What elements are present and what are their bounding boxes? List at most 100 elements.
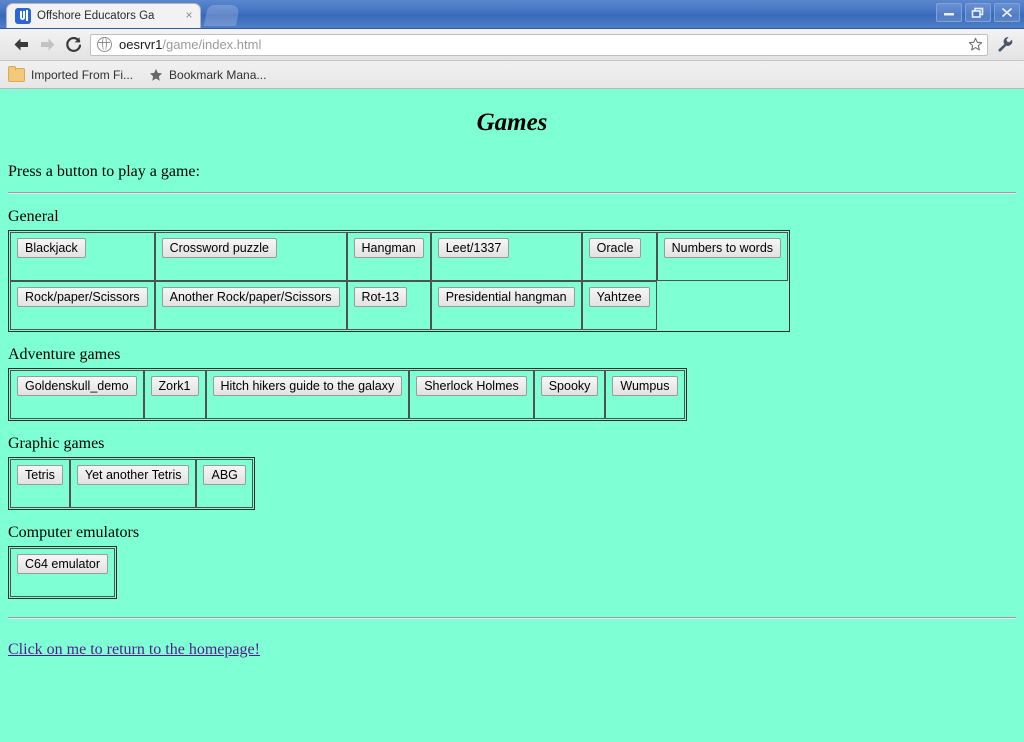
- table-cell: Rock/paper/Scissors: [10, 281, 155, 330]
- game-button-spooky[interactable]: Spooky: [541, 376, 599, 396]
- bookmark-star-button[interactable]: [968, 37, 983, 52]
- page-content: Games Press a button to play a game: Gen…: [0, 89, 1024, 667]
- game-sections: General Blackjack Crossword puzzle Hangman L…: [8, 208, 1016, 599]
- tab-strip: Offshore Educators Ga ×: [0, 0, 1024, 29]
- game-button-goldenskull-demo[interactable]: Goldenskull_demo: [17, 376, 137, 396]
- game-button-zork1[interactable]: Zork1: [151, 376, 199, 396]
- bookmark-label: Bookmark Mana...: [169, 68, 266, 82]
- browser-tab[interactable]: Offshore Educators Ga ×: [6, 3, 201, 28]
- window-controls: [936, 3, 1020, 22]
- back-arrow-icon: [12, 36, 31, 53]
- game-button-wumpus[interactable]: Wumpus: [612, 376, 677, 396]
- section-heading: General: [8, 208, 1016, 226]
- table-row: Goldenskull_demo Zork1 Hitch hikers guide …: [10, 370, 685, 419]
- table-cell: Numbers to words: [657, 232, 788, 281]
- close-button[interactable]: [994, 3, 1020, 22]
- table-cell: [657, 281, 788, 330]
- game-button-another-rock-paper-scissors[interactable]: Another Rock/paper/Scissors: [162, 287, 340, 307]
- table-cell: Spooky: [534, 370, 606, 419]
- minimize-button[interactable]: [936, 3, 962, 22]
- reload-arrow-icon: [64, 36, 83, 54]
- table-cell: Hangman: [347, 232, 431, 281]
- table-cell: Another Rock/paper/Scissors: [155, 281, 347, 330]
- bookmark-label: Imported From Fi...: [31, 68, 133, 82]
- table-cell: Tetris: [10, 459, 70, 508]
- divider-bottom: [8, 617, 1016, 619]
- chrome-menu-button[interactable]: [994, 32, 1016, 58]
- table-cell: Zork1: [144, 370, 206, 419]
- game-table: Goldenskull_demo Zork1 Hitch hikers guide …: [8, 368, 687, 421]
- reload-button[interactable]: [60, 32, 86, 58]
- close-icon: [1000, 7, 1014, 18]
- game-table: Tetris Yet another Tetris ABG: [8, 457, 255, 510]
- table-cell: Oracle: [582, 232, 657, 281]
- table-cell: Blackjack: [10, 232, 155, 281]
- url-host: oesrvr1: [119, 37, 162, 52]
- table-cell: Yahtzee: [582, 281, 657, 330]
- new-tab-button[interactable]: [204, 5, 240, 26]
- browser-window: Offshore Educators Ga ×: [0, 0, 1024, 742]
- game-button-oracle[interactable]: Oracle: [589, 238, 642, 258]
- game-button-rot-13[interactable]: Rot-13: [354, 287, 408, 307]
- close-icon[interactable]: ×: [182, 9, 196, 23]
- section-heading: Adventure games: [8, 346, 1016, 364]
- restore-icon: [971, 7, 985, 18]
- bookmark-bookmark-manager[interactable]: Bookmark Mana...: [149, 68, 266, 82]
- globe-icon: [97, 37, 112, 52]
- game-table: Blackjack Crossword puzzle Hangman Leet/133…: [8, 230, 790, 332]
- table-row: C64 emulator: [10, 548, 115, 597]
- game-button-blackjack[interactable]: Blackjack: [17, 238, 86, 258]
- game-button-presidential-hangman[interactable]: Presidential hangman: [438, 287, 575, 307]
- table-cell: Presidential hangman: [431, 281, 582, 330]
- section-heading: Computer emulators: [8, 524, 1016, 542]
- game-button-abg[interactable]: ABG: [203, 465, 245, 485]
- bookmark-imported-from-firefox[interactable]: Imported From Fi...: [8, 68, 133, 82]
- table-cell: Leet/1337: [431, 232, 582, 281]
- address-bar[interactable]: oesrvr1/game/index.html: [90, 34, 988, 56]
- homepage-link[interactable]: Click on me to return to the homepage!: [8, 641, 260, 658]
- game-table: C64 emulator: [8, 546, 117, 599]
- page-title: Games: [8, 109, 1016, 137]
- intro-text: Press a button to play a game:: [8, 163, 1016, 181]
- table-cell: Wumpus: [605, 370, 684, 419]
- table-cell: Hitch hikers guide to the galaxy: [206, 370, 410, 419]
- table-cell: C64 emulator: [10, 548, 115, 597]
- table-cell: Goldenskull_demo: [10, 370, 144, 419]
- game-button-yet-another-tetris[interactable]: Yet another Tetris: [77, 465, 190, 485]
- table-row: Rock/paper/Scissors Another Rock/paper/Sc…: [10, 281, 788, 330]
- table-cell: ABG: [196, 459, 252, 508]
- divider-top: [8, 192, 1016, 194]
- forward-arrow-icon: [38, 36, 57, 53]
- duckduckgo-icon: [15, 8, 31, 24]
- game-button-hitch-hikers-guide-to-the-galaxy[interactable]: Hitch hikers guide to the galaxy: [213, 376, 403, 396]
- game-button-c64-emulator[interactable]: C64 emulator: [17, 554, 108, 574]
- tab-title: Offshore Educators Ga: [37, 10, 182, 22]
- game-button-yahtzee[interactable]: Yahtzee: [589, 287, 650, 307]
- restore-button[interactable]: [965, 3, 991, 22]
- wrench-icon: [997, 36, 1014, 53]
- folder-icon: [8, 68, 25, 82]
- forward-button[interactable]: [34, 32, 60, 58]
- game-button-tetris[interactable]: Tetris: [17, 465, 63, 485]
- url-text: oesrvr1/game/index.html: [119, 37, 962, 52]
- table-cell: Yet another Tetris: [70, 459, 197, 508]
- game-button-crossword-puzzle[interactable]: Crossword puzzle: [162, 238, 277, 258]
- game-button-rock-paper-scissors[interactable]: Rock/paper/Scissors: [17, 287, 148, 307]
- page-viewport: Games Press a button to play a game: Gen…: [0, 89, 1024, 742]
- table-cell: Sherlock Holmes: [409, 370, 533, 419]
- star-icon: [149, 68, 163, 82]
- game-button-numbers-to-words[interactable]: Numbers to words: [664, 238, 781, 258]
- browser-toolbar: oesrvr1/game/index.html: [0, 29, 1024, 61]
- table-row: Blackjack Crossword puzzle Hangman Leet/133…: [10, 232, 788, 281]
- star-icon: [968, 37, 983, 52]
- game-button-hangman[interactable]: Hangman: [354, 238, 424, 258]
- bookmarks-bar: Imported From Fi... Bookmark Mana...: [0, 61, 1024, 89]
- game-button-sherlock-holmes[interactable]: Sherlock Holmes: [416, 376, 526, 396]
- back-button[interactable]: [8, 32, 34, 58]
- section-heading: Graphic games: [8, 435, 1016, 453]
- minimize-icon: [942, 7, 956, 18]
- table-cell: Crossword puzzle: [155, 232, 347, 281]
- game-button-leet-1337[interactable]: Leet/1337: [438, 238, 510, 258]
- table-cell: Rot-13: [347, 281, 431, 330]
- url-path: /game/index.html: [162, 37, 261, 52]
